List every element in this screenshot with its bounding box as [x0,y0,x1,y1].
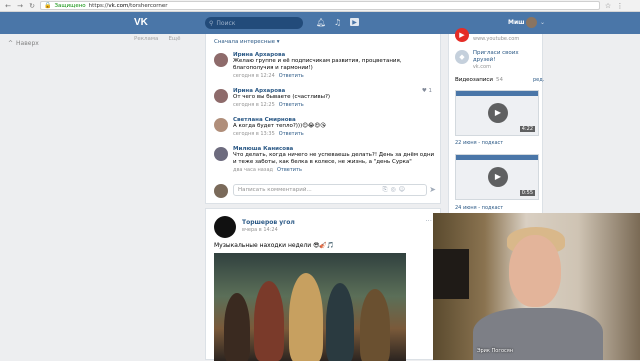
reply-link[interactable]: Ответить [277,167,302,173]
post-author[interactable]: Торшеров угол [242,219,295,226]
lock-icon: 🔒 [44,2,52,9]
avatar[interactable] [214,118,228,132]
notifications-bell-icon[interactable]: 🔔︎ [316,18,326,27]
chevron-down-icon[interactable]: ⌄ [540,19,545,26]
reply-link[interactable]: Ответить [279,73,304,79]
avatar[interactable] [214,53,228,67]
avatar[interactable] [214,89,228,103]
wall-post: Торшеров угол вчера в 14:24 ··· Музыкаль… [205,208,441,361]
comment-composer: Написать комментарий... ⎘◎☺ ➤ [214,184,436,198]
reload-icon[interactable]: ↻ [28,2,36,10]
tv-background [433,249,469,299]
star-icon[interactable]: ☆ [604,2,612,10]
youtube-icon: ▶ [455,28,469,42]
play-icon: ▶ [488,167,508,187]
comment-meta: сегодня в 12:24 Ответить [233,73,304,79]
play-icon: ▶ [488,103,508,123]
video-duration: 4:22 [519,126,535,132]
address-bar[interactable]: 🔒 Защищено https://vk.com/torshercorner [40,1,600,10]
avatar [214,184,228,198]
video-thumbnail[interactable]: ▶ 0:55 [455,154,539,200]
avatar[interactable] [526,17,537,28]
more-dots-icon[interactable]: ··· [425,217,432,225]
vk-logo[interactable]: VK [134,17,148,28]
search-icon: ⚲ [209,19,214,27]
webcam-overlay [433,213,640,360]
search-input[interactable]: ⚲ Поиск [205,17,303,29]
back-arrow-icon[interactable]: ← [4,2,12,10]
video-caption[interactable]: 22 июня - подкаст [455,140,503,146]
browser-toolbar: ← → ↻ 🔒 Защищено https://vk.com/torsherc… [0,0,640,12]
video-thumbnail[interactable]: ▶ 4:22 [455,90,539,136]
reply-link[interactable]: Ответить [279,131,304,137]
youtube-link[interactable]: ▶ www.youtube.com [455,28,519,42]
post-image[interactable] [214,253,406,361]
comment-meta: два часа назад Ответить [233,167,302,173]
comment-item: Ирина Архарова Желаю группе и её подписч… [214,52,436,94]
person-face [509,235,561,307]
ads-link[interactable]: Реклама [134,36,158,42]
music-icon[interactable]: ♫ [334,18,341,27]
reply-link[interactable]: Ответить [279,102,304,108]
secure-label: Защищено [54,2,86,9]
forward-arrow-icon[interactable]: → [16,2,24,10]
camera-icon[interactable]: ◎ [390,186,398,193]
comments-block: Сначала интересные ▾ Ирина Архарова Жела… [205,34,441,204]
video-duration: 0:55 [519,190,535,196]
webcam-label: Эрик Погосян [477,348,514,354]
comment-text: А когда будет тепло?)))😊😂😍😘 [233,123,326,129]
avatar[interactable] [214,216,236,238]
comment-item: Ирина Архарова От чего вы бываете (счаст… [214,88,436,108]
comment-text: От чего вы бываете (счастливы?) [233,94,331,100]
url-text: https://vk.com/torshercorner [88,2,168,9]
invite-friends-link[interactable]: ◆ Пригласи своих друзей! vk.com [455,50,542,70]
comment-text: Что делать, когда ничего не успеваешь де… [233,152,435,165]
videos-edit-link[interactable]: ред. [533,77,544,83]
user-name[interactable]: Миш [508,19,525,26]
comment-item: Светлана Смирнова А когда будет тепло?))… [214,117,436,137]
vk-header: VK ⚲ Поиск 🔔︎ ♫ ▶ Миш ⌄ [0,12,640,34]
video-caption[interactable]: 24 июня - подкаст [455,205,503,211]
post-date[interactable]: вчера в 14:24 [242,227,278,233]
ad-links: Реклама Ещё [134,36,180,42]
send-icon[interactable]: ➤ [429,185,436,194]
comment-item: Милюша Канисова Что делать, когда ничего… [214,146,436,173]
comment-meta: сегодня в 12:25 Ответить [233,102,304,108]
comment-text: Желаю группе и её подписчикам развития, … [233,58,402,71]
chevron-up-icon: ^ [8,40,14,47]
play-icon[interactable]: ▶ [350,18,359,26]
scroll-top-link[interactable]: ^ Наверх [8,40,39,47]
menu-dots-icon[interactable]: ⋮ [616,2,624,10]
comment-meta: сегодня в 13:35 Ответить [233,131,304,137]
attach-icons: ⎘◎☺ [383,186,408,194]
emoji-icon[interactable]: ☺ [399,186,408,193]
vk-icon: ◆ [455,50,469,64]
videos-header[interactable]: Видеозаписи 54 [455,77,503,83]
more-link[interactable]: Ещё [168,36,180,42]
post-text: Музыкальные находки недели 😎🎻🎵 [214,242,335,249]
sort-dropdown[interactable]: Сначала интересные ▾ [214,39,280,45]
avatar[interactable] [214,147,228,161]
